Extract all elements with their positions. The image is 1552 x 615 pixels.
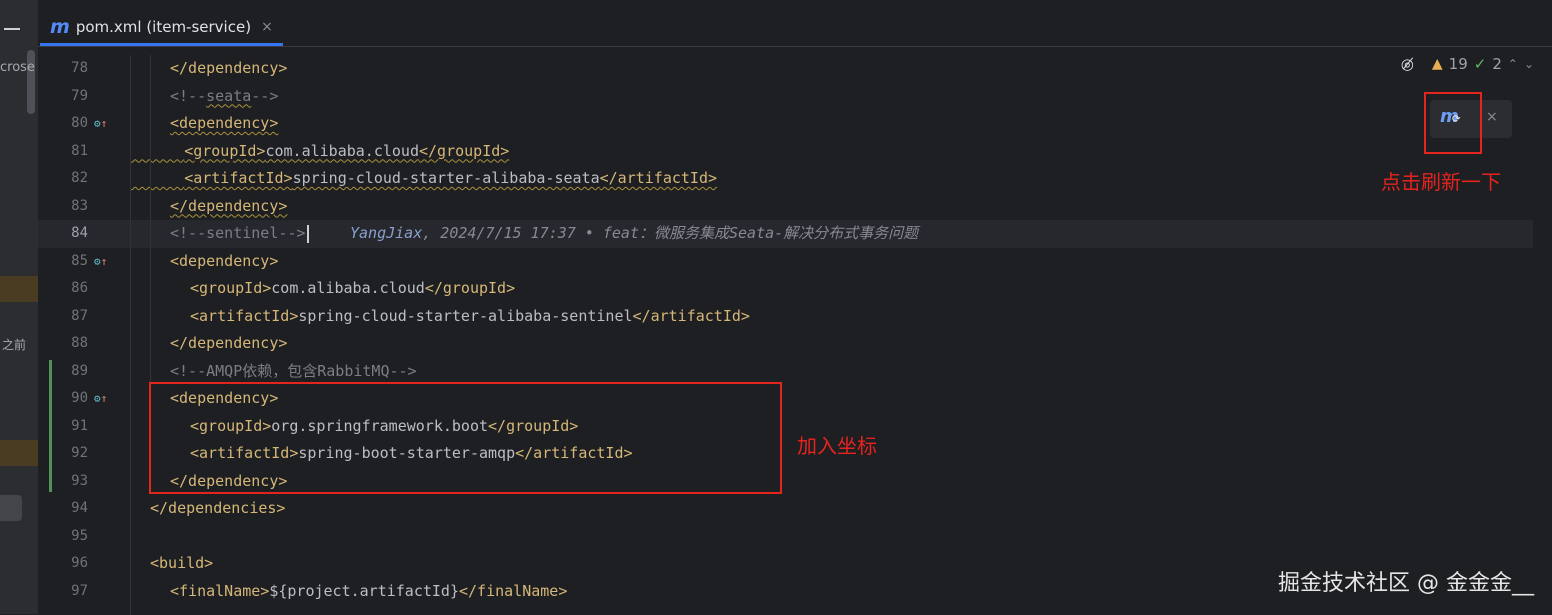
code-text: <finalName>${project.artifactId}</finalN…: [170, 581, 568, 600]
code-text: <dependency>: [170, 114, 279, 132]
blame-datetime: , 2024/7/15 17:37: [422, 224, 576, 242]
line-number: 80: [71, 115, 88, 131]
navigate-to-parent-icon[interactable]: ⚙↑: [94, 385, 107, 413]
text-caret: [307, 224, 310, 243]
annotation-box-dependency: [149, 382, 782, 494]
code-line[interactable]: 86 <groupId>com.alibaba.cloud</groupId>: [38, 275, 1533, 303]
line-number: 93: [71, 472, 88, 489]
blame-author: YangJiax: [350, 224, 423, 242]
code-line[interactable]: 84 <!--sentinel--> YangJiax, 2024/7/15 17:…: [38, 220, 1533, 248]
code-line[interactable]: 79 <!--seata-->: [38, 83, 1533, 111]
annotation-deps-note: 加入坐标: [797, 434, 877, 458]
line-number: 89: [71, 362, 88, 379]
code-line[interactable]: 89 <!--AMQP依赖，包含RabbitMQ-->: [38, 358, 1533, 386]
tab-pom-xml[interactable]: m pom.xml (item-service) ×: [40, 10, 283, 46]
code-line[interactable]: 78 </dependency>: [38, 55, 1533, 83]
annotation-refresh-note: 点击刷新一下: [1381, 170, 1501, 194]
panel-text-fragment: 之前: [2, 338, 27, 352]
line-number: 86: [71, 280, 88, 296]
code-text: </dependency>: [170, 196, 288, 215]
line-number: 79: [71, 87, 88, 104]
line-number: 83: [71, 197, 88, 214]
chevron-up-icon[interactable]: ⌃: [1508, 57, 1518, 71]
line-number: 85: [71, 252, 88, 269]
code-text: <groupId>com.alibaba.cloud</groupId>: [190, 279, 516, 297]
warning-count: 19: [1448, 55, 1468, 73]
line-number: 84: [71, 225, 88, 241]
code-line[interactable]: 85 ⚙↑ <dependency>: [38, 248, 1533, 276]
editor-tab-bar: m pom.xml (item-service) ×: [38, 0, 1552, 47]
code-text: <build>: [150, 554, 214, 572]
warning-icon: ▲: [1431, 56, 1443, 72]
blame-separator: •: [575, 224, 603, 242]
indent-guide: [130, 55, 131, 615]
code-text: </dependency>: [170, 59, 288, 77]
line-number: 78: [71, 60, 88, 76]
code-text: <dependency>: [170, 251, 279, 270]
code-line[interactable]: 87 <artifactId>spring-cloud-starter-aliba…: [38, 303, 1533, 331]
code-text: <groupId>com.alibaba.cloud</groupId>: [184, 141, 510, 160]
maven-file-icon: m: [50, 15, 70, 38]
code-line[interactable]: 80 ⚙↑ <dependency>: [38, 110, 1533, 138]
panel-button[interactable]: [0, 495, 22, 521]
close-icon[interactable]: ×: [1486, 109, 1498, 125]
line-number: 96: [71, 555, 88, 571]
code-line[interactable]: 95: [38, 523, 1533, 551]
code-editor[interactable]: 78 </dependency> 79 <!--seata--> 80 ⚙↑ <depend…: [38, 47, 1552, 615]
line-number: 97: [71, 582, 88, 599]
code-line[interactable]: 88 </dependency>: [38, 330, 1533, 358]
minimize-icon[interactable]: [4, 28, 20, 30]
line-number: 95: [71, 527, 88, 544]
code-text: <!--AMQP依赖，包含RabbitMQ-->: [170, 361, 417, 380]
code-text: </dependency>: [170, 334, 288, 352]
code-line[interactable]: 94 </dependencies>: [38, 495, 1533, 523]
line-number: 90: [71, 390, 88, 406]
navigate-to-parent-icon[interactable]: ⚙↑: [94, 248, 107, 276]
blame-message: feat：微服务集成Seata-解决分布式事务问题: [602, 224, 919, 242]
ok-count: 2: [1492, 55, 1502, 73]
watermark: 掘金技术社区 @ 金金金__: [1278, 571, 1534, 596]
panel-highlight-row[interactable]: [0, 276, 38, 302]
code-text: <!--seata-->: [170, 86, 279, 105]
panel-highlight-row[interactable]: [0, 440, 38, 466]
chevron-down-icon[interactable]: ⌄: [1524, 57, 1534, 71]
code-line[interactable]: 82 <artifactId>spring-cloud-starter-alib…: [38, 165, 1533, 193]
vcs-change-marker[interactable]: [49, 360, 52, 492]
line-number: 94: [71, 500, 88, 516]
code-text: </dependencies>: [150, 499, 286, 517]
git-blame-inlay[interactable]: YangJiax, 2024/7/15 17:37 • feat：微服务集成Se…: [350, 220, 918, 248]
code-line[interactable]: 81 <groupId>com.alibaba.cloud</groupId>: [38, 138, 1533, 166]
code-text: <artifactId>spring-cloud-starter-alibaba…: [184, 169, 718, 187]
line-number: 87: [71, 307, 88, 324]
panel-text-fragment: crose: [0, 60, 35, 75]
project-panel-edge: crose 之前: [0, 0, 39, 614]
code-text: <artifactId>spring-cloud-starter-alibaba…: [190, 306, 750, 325]
line-number: 81: [71, 142, 88, 159]
eye-crossed-icon[interactable]: ◎̸: [1401, 55, 1414, 73]
navigate-to-parent-icon[interactable]: ⚙↑: [94, 110, 107, 138]
line-number: 82: [71, 170, 88, 186]
code-line[interactable]: 83 </dependency>: [38, 193, 1533, 221]
line-number: 92: [71, 445, 88, 461]
code-text: <!--sentinel-->: [170, 220, 310, 248]
inspection-widget[interactable]: ◎̸ ▲ 19 ✓ 2 ⌃ ⌄: [1401, 55, 1534, 73]
line-number: 88: [71, 335, 88, 351]
tab-title: pom.xml (item-service): [75, 17, 252, 36]
check-icon: ✓: [1473, 55, 1487, 73]
line-number: 91: [71, 417, 88, 434]
annotation-box-refresh: [1424, 92, 1482, 154]
close-icon[interactable]: ×: [261, 19, 273, 35]
